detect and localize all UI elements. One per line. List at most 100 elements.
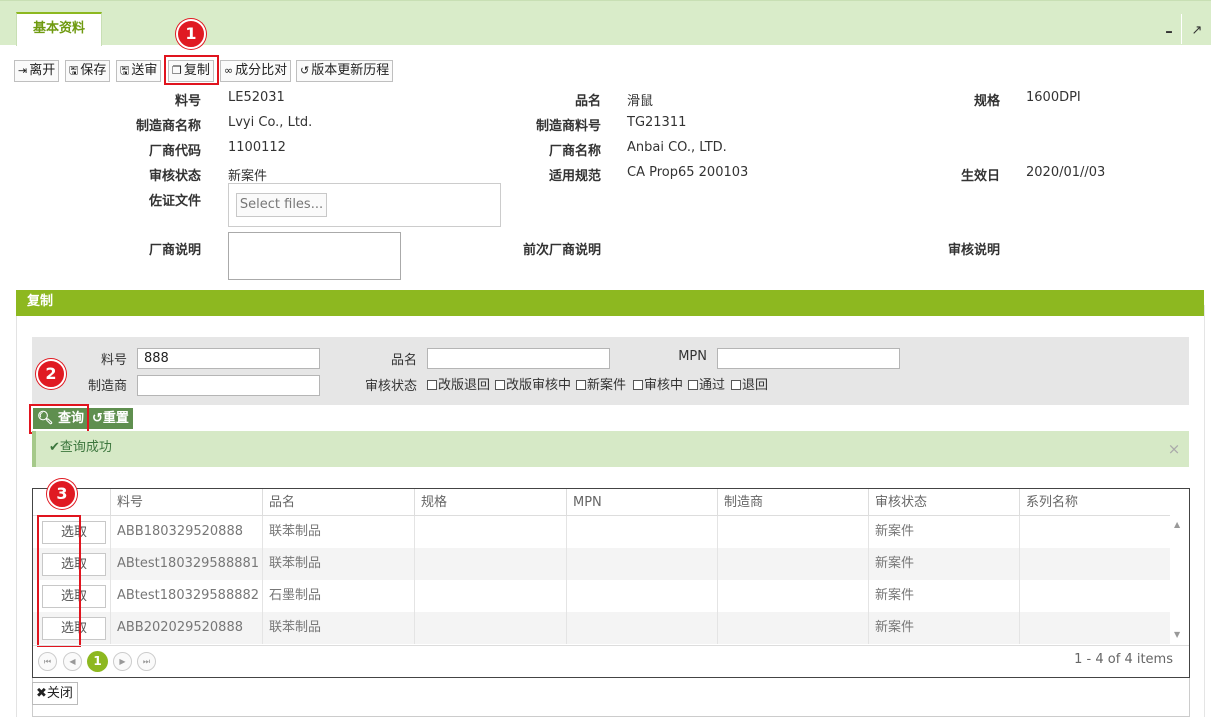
status-checkbox-returned[interactable]: 退回 xyxy=(731,374,768,393)
cell-name: 联苯制品 xyxy=(262,548,414,580)
grid-scrollbar[interactable] xyxy=(1170,516,1189,644)
scroll-up-icon[interactable]: ▲ xyxy=(1174,520,1180,529)
step-badge-3: 3 xyxy=(47,479,77,509)
cell-name: 石墨制品 xyxy=(262,580,414,612)
checkbox-icon xyxy=(688,380,698,390)
cell-part-no: ABtest180329588881 xyxy=(110,548,262,580)
column-header-maker[interactable]: 制造商 xyxy=(717,489,868,516)
history-button[interactable]: ↺ 版本更新历程 xyxy=(296,60,394,82)
spec-label: 规格 xyxy=(973,94,1000,109)
column-header-series[interactable]: 系列名称 xyxy=(1019,489,1170,516)
search-manufacturer-input[interactable] xyxy=(137,375,320,396)
review-note-label: 审核说明 xyxy=(947,243,1000,258)
minimize-icon[interactable]: – xyxy=(1158,20,1180,42)
success-alert: ✔查询成功 xyxy=(32,431,1189,467)
scroll-down-icon[interactable]: ▼ xyxy=(1174,630,1180,639)
checkbox-icon xyxy=(495,380,505,390)
status-checkbox-approved[interactable]: 通过 xyxy=(688,374,725,393)
cell-maker xyxy=(717,516,868,548)
cell-status: 新案件 xyxy=(868,548,1019,580)
close-icon: ✖ xyxy=(36,686,47,701)
cell-status: 新案件 xyxy=(868,516,1019,548)
leave-label: 离开 xyxy=(29,63,56,78)
close-button[interactable]: ✖关闭 xyxy=(32,682,78,705)
part-no-label: 料号 xyxy=(174,94,201,109)
manufacturer-name-value: Lvyi Co., Ltd. xyxy=(228,115,313,130)
submit-button[interactable]: 🖫 送审 xyxy=(116,60,162,82)
checkbox-label: 新案件 xyxy=(587,378,627,393)
step-badge-2: 2 xyxy=(36,359,66,389)
checkbox-icon xyxy=(576,380,586,390)
leave-button[interactable]: ⇥ 离开 xyxy=(14,60,60,82)
search-mpn-label: MPN xyxy=(678,349,707,364)
column-header-name[interactable]: 品名 xyxy=(262,489,414,516)
page-scrollbar[interactable] xyxy=(1204,305,1211,717)
column-header-part-no[interactable]: 料号 xyxy=(110,489,262,516)
vendor-name-label: 厂商名称 xyxy=(548,144,601,159)
select-files-button[interactable]: Select files... xyxy=(236,193,327,217)
search-part-no-input[interactable]: 888 xyxy=(137,348,320,369)
close-icon[interactable]: × xyxy=(1166,441,1182,457)
checkbox-label: 审核中 xyxy=(644,378,684,393)
pager xyxy=(33,645,1189,677)
save-button[interactable]: 🖫 保存 xyxy=(65,60,111,82)
spec-value: 1600DPI xyxy=(1026,90,1081,105)
last-page-icon[interactable]: ⏭ xyxy=(137,652,156,671)
tab-basic-info[interactable]: 基本资料 xyxy=(16,12,102,46)
manufacturer-name-label: 制造商名称 xyxy=(135,119,201,134)
checkbox-label: 通过 xyxy=(699,378,726,393)
search-part-no-label: 料号 xyxy=(100,353,127,368)
current-page[interactable]: 1 xyxy=(87,651,108,672)
cell-spec xyxy=(414,548,566,580)
pager-info: 1 - 4 of 4 items xyxy=(1074,652,1173,667)
close-label: 关闭 xyxy=(46,686,73,701)
status-checkbox-reviewing[interactable]: 审核中 xyxy=(633,374,683,393)
review-status-value: 新案件 xyxy=(228,169,268,184)
submit-icon: 🖫 xyxy=(120,64,130,77)
column-header-spec[interactable]: 规格 xyxy=(414,489,566,516)
cell-name: 联苯制品 xyxy=(262,516,414,548)
checkbox-icon xyxy=(731,380,741,390)
exit-icon: ⇥ xyxy=(18,64,28,77)
checkbox-label: 改版退回 xyxy=(438,378,491,393)
review-status-label: 审核状态 xyxy=(148,169,201,184)
effective-date-label: 生效日 xyxy=(960,169,1000,184)
status-checkbox-revision-reviewing[interactable]: 改版审核中 xyxy=(495,374,571,393)
alert-text: 查询成功 xyxy=(59,440,112,455)
prev-page-icon[interactable]: ◀ xyxy=(63,652,82,671)
highlight-copy xyxy=(164,55,219,85)
column-header-status[interactable]: 审核状态 xyxy=(868,489,1019,516)
reset-icon: ↺ xyxy=(92,411,103,426)
cell-series xyxy=(1019,548,1170,580)
cell-maker xyxy=(717,612,868,644)
save-label: 保存 xyxy=(80,63,107,78)
checkbox-label: 改版审核中 xyxy=(506,378,572,393)
cell-series xyxy=(1019,516,1170,548)
check-icon: ✔ xyxy=(49,440,60,455)
link-icon: ∞ xyxy=(224,64,234,77)
cell-part-no: ABB202029520888 xyxy=(110,612,262,644)
maximize-icon[interactable]: ↗ xyxy=(1186,20,1208,42)
reset-button[interactable]: ↺重置 xyxy=(88,408,133,429)
cell-part-no: ABtest180329588882 xyxy=(110,580,262,612)
cell-name: 联苯制品 xyxy=(262,612,414,644)
product-name-value: 滑鼠 xyxy=(627,94,654,109)
part-no-value: LE52031 xyxy=(228,90,285,105)
search-mpn-input[interactable] xyxy=(717,348,900,369)
regulation-value: CA Prop65 200103 xyxy=(627,165,749,180)
cell-status: 新案件 xyxy=(868,612,1019,644)
vendor-note-textarea[interactable] xyxy=(228,232,401,280)
compare-button[interactable]: ∞ 成分比对 xyxy=(220,60,292,82)
search-product-name-input[interactable] xyxy=(427,348,610,369)
table-row: 选取 ABB202029520888 联苯制品 新案件 xyxy=(33,612,1170,644)
status-checkbox-new-case[interactable]: 新案件 xyxy=(576,374,626,393)
status-checkbox-revision-returned[interactable]: 改版退回 xyxy=(427,374,490,393)
search-product-name-label: 品名 xyxy=(390,353,417,368)
column-header-mpn[interactable]: MPN xyxy=(566,489,717,516)
manufacturer-part-label: 制造商料号 xyxy=(535,119,601,134)
effective-date-value: 2020/01//03 xyxy=(1026,165,1106,180)
next-page-icon[interactable]: ▶ xyxy=(113,652,132,671)
first-page-icon[interactable]: ⏮ xyxy=(38,652,57,671)
cell-mpn xyxy=(566,580,717,612)
compare-label: 成分比对 xyxy=(235,63,288,78)
